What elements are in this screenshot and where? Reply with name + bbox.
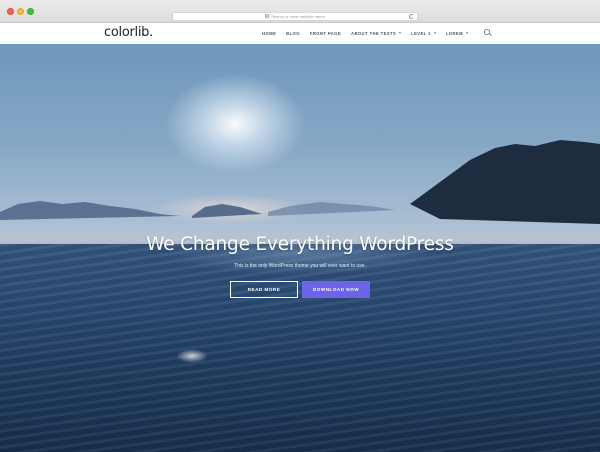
chevron-down-icon	[465, 32, 468, 34]
site-header: colorlib. HOME BLOG FRONT PAGE ABOUT THE…	[0, 23, 600, 43]
nav-item-label: HOME	[262, 30, 277, 36]
main-nav: HOME BLOG FRONT PAGE ABOUT THE TESTS LEV…	[262, 23, 478, 43]
nav-item-blog[interactable]: BLOG	[286, 31, 300, 36]
site-logo[interactable]: colorlib.	[104, 25, 153, 40]
search-icon[interactable]	[484, 29, 492, 36]
chevron-down-icon	[399, 32, 402, 34]
nav-item-label: FRONT PAGE	[309, 30, 342, 36]
nav-item-front-page[interactable]: FRONT PAGE	[310, 31, 341, 36]
minimize-window-button[interactable]	[17, 8, 24, 15]
chevron-down-icon	[433, 32, 436, 34]
nav-item-lorem[interactable]: LOREM	[446, 31, 468, 36]
water-sparkle	[176, 349, 208, 363]
download-now-button[interactable]: DOWNLOAD NOW	[302, 281, 370, 298]
hero-headline: We Change Everything WordPress	[146, 234, 454, 255]
close-window-button[interactable]	[7, 8, 14, 15]
address-bar[interactable]: Search or enter website name	[172, 12, 418, 21]
read-more-button[interactable]: READ MORE	[230, 281, 298, 298]
search-icon	[265, 14, 270, 19]
reload-icon[interactable]	[409, 14, 414, 19]
nav-item-about-the-tests[interactable]: ABOUT THE TESTS	[351, 30, 402, 36]
nav-item-label: BLOG	[286, 30, 300, 36]
nav-item-label: LEVEL 1	[411, 30, 431, 36]
ocean-waves	[0, 244, 600, 452]
address-bar-placeholder: Search or enter website name	[271, 14, 325, 19]
browser-chrome: Search or enter website name	[0, 0, 600, 23]
search-handle	[488, 32, 492, 36]
hero-subline: This is the only WordPress theme you wil…	[234, 263, 366, 269]
hero-section: We Change Everything WordPress This is t…	[0, 44, 600, 452]
nav-item-level-1[interactable]: LEVEL 1	[411, 31, 436, 36]
maximize-window-button[interactable]	[27, 8, 34, 15]
nav-item-label: ABOUT THE TESTS	[351, 30, 397, 36]
nav-item-home[interactable]: HOME	[262, 31, 276, 36]
nav-item-label: LOREM	[445, 30, 463, 36]
